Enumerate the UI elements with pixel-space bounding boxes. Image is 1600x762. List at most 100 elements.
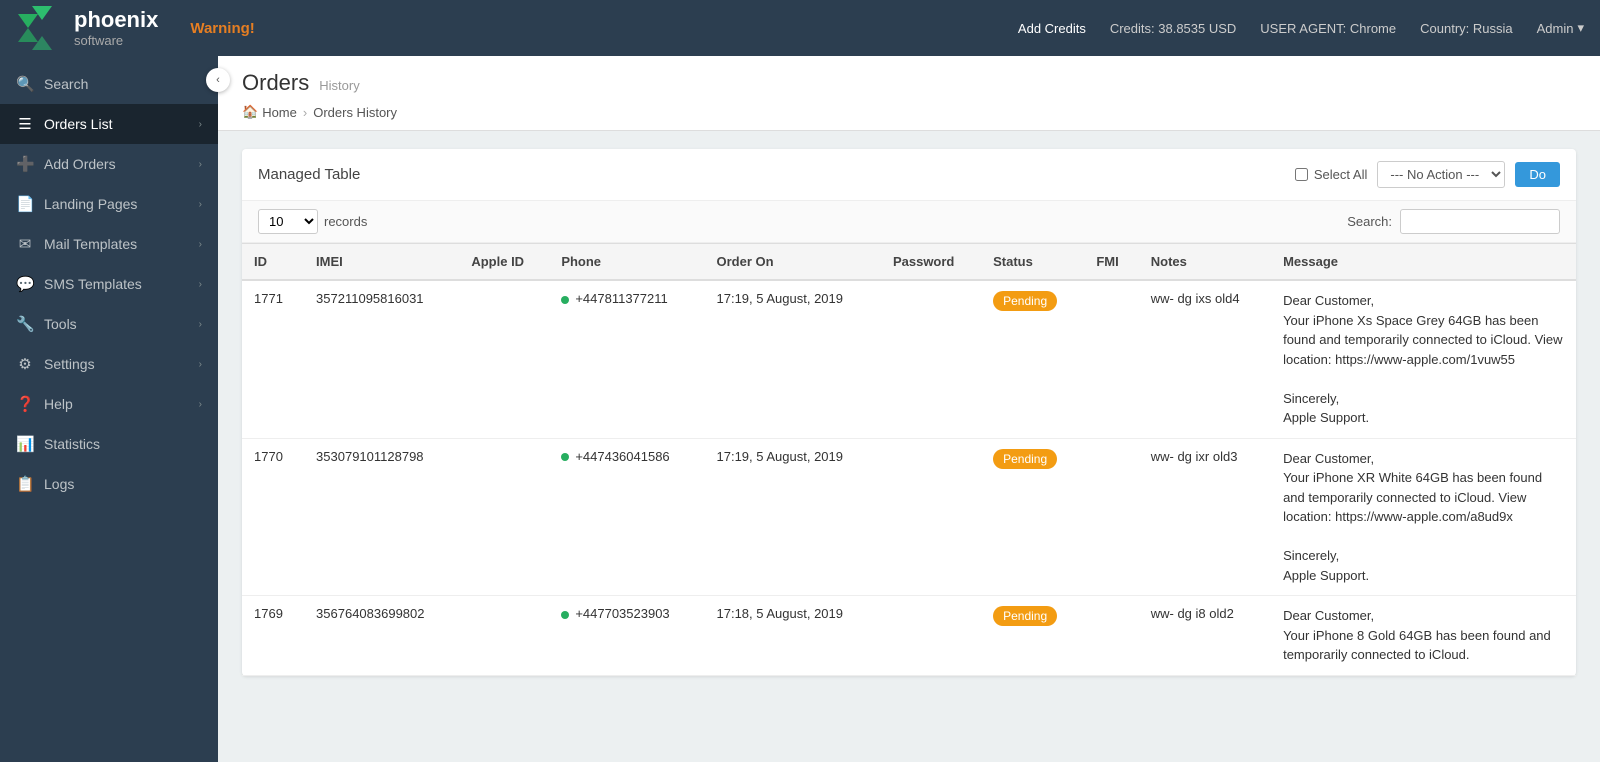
cell-imei: 356764083699802 bbox=[304, 596, 459, 676]
select-all-checkbox[interactable] bbox=[1295, 168, 1308, 181]
help-icon: ❓ bbox=[16, 395, 34, 413]
sidebar-item-orders-list[interactable]: ☰ Orders List › bbox=[0, 104, 218, 144]
cell-apple-id bbox=[459, 280, 549, 438]
col-header-fmi: FMI bbox=[1084, 244, 1138, 281]
sidebar-nav: 🔍 Search ☰ Orders List › ➕ Add Orders › bbox=[0, 56, 218, 762]
records-per-page-select[interactable]: 10 25 50 100 bbox=[258, 209, 318, 234]
phone-status-dot bbox=[561, 611, 569, 619]
sidebar-item-landing-pages[interactable]: 📄 Landing Pages › bbox=[0, 184, 218, 224]
table-toolbar: Managed Table Select All --- No Action -… bbox=[242, 149, 1576, 201]
data-table: ID IMEI Apple ID Phone Order On Password… bbox=[242, 243, 1576, 676]
cell-id: 1770 bbox=[242, 438, 304, 596]
logo-icon bbox=[16, 6, 66, 50]
brand-name: phoenix bbox=[74, 7, 158, 33]
toolbar-left: Managed Table bbox=[258, 166, 360, 183]
sidebar-item-label: Orders List bbox=[44, 116, 112, 132]
phone-cell: +447811377211 bbox=[561, 291, 692, 306]
no-action-select[interactable]: --- No Action --- bbox=[1377, 161, 1505, 188]
cell-phone: +447436041586 bbox=[549, 438, 704, 596]
search-label: Search: bbox=[1347, 214, 1392, 229]
status-badge: Pending bbox=[993, 449, 1057, 469]
select-all-label: Select All bbox=[1314, 167, 1367, 182]
cell-status: Pending bbox=[981, 280, 1084, 438]
sidebar-item-settings[interactable]: ⚙ Settings › bbox=[0, 344, 218, 384]
cell-phone: +447811377211 bbox=[549, 280, 704, 438]
col-header-phone: Phone bbox=[549, 244, 704, 281]
page-title-row: Orders History bbox=[242, 70, 1576, 96]
phone-cell: +447436041586 bbox=[561, 449, 692, 464]
topbar-left: phoenix software Warning! bbox=[16, 6, 255, 50]
breadcrumb-home[interactable]: 🏠 Home bbox=[242, 104, 297, 120]
status-badge: Pending bbox=[993, 291, 1057, 311]
do-button[interactable]: Do bbox=[1515, 162, 1560, 187]
sidebar-item-add-orders[interactable]: ➕ Add Orders › bbox=[0, 144, 218, 184]
cell-fmi bbox=[1084, 596, 1138, 676]
sidebar-item-label: Add Orders bbox=[44, 156, 116, 172]
search-input[interactable] bbox=[1400, 209, 1560, 234]
sidebar-item-statistics[interactable]: 📊 Statistics bbox=[0, 424, 218, 464]
breadcrumb-separator: › bbox=[303, 105, 307, 120]
col-header-apple-id: Apple ID bbox=[459, 244, 549, 281]
topbar-right: Add Credits Credits: 38.8535 USD USER AG… bbox=[1018, 20, 1584, 36]
table-header-row: ID IMEI Apple ID Phone Order On Password… bbox=[242, 244, 1576, 281]
mail-icon: ✉ bbox=[16, 235, 34, 253]
brand-sub: software bbox=[74, 33, 158, 49]
col-header-order-on: Order On bbox=[705, 244, 881, 281]
cell-notes: ww- dg ixr old3 bbox=[1139, 438, 1271, 596]
records-row: 10 25 50 100 records Search: bbox=[242, 201, 1576, 243]
sms-icon: 💬 bbox=[16, 275, 34, 293]
sidebar-item-label: Logs bbox=[44, 476, 74, 492]
sidebar-item-label: Settings bbox=[44, 356, 95, 372]
status-badge: Pending bbox=[993, 606, 1057, 626]
table-row: 1769356764083699802+44770352390317:18, 5… bbox=[242, 596, 1576, 676]
cell-status: Pending bbox=[981, 596, 1084, 676]
chevron-right-icon: › bbox=[199, 319, 202, 330]
cell-notes: ww- dg i8 old2 bbox=[1139, 596, 1271, 676]
home-icon: 🏠 bbox=[242, 104, 258, 120]
chevron-right-icon: › bbox=[199, 119, 202, 130]
settings-icon: ⚙ bbox=[16, 355, 34, 373]
chevron-right-icon: › bbox=[199, 199, 202, 210]
logs-icon: 📋 bbox=[16, 475, 34, 493]
cell-password bbox=[881, 280, 981, 438]
sidebar-item-help[interactable]: ❓ Help › bbox=[0, 384, 218, 424]
warning-text: Warning! bbox=[190, 20, 254, 37]
chevron-right-icon: › bbox=[199, 399, 202, 410]
layout: ‹ 🔍 Search ☰ Orders List › ➕ Add Orders bbox=[0, 56, 1600, 762]
admin-dropdown[interactable]: Admin ▾ bbox=[1537, 20, 1584, 36]
sidebar-item-tools[interactable]: 🔧 Tools › bbox=[0, 304, 218, 344]
managed-table-title: Managed Table bbox=[258, 166, 360, 183]
sidebar-item-logs[interactable]: 📋 Logs bbox=[0, 464, 218, 504]
sidebar-item-label: SMS Templates bbox=[44, 276, 142, 292]
add-credits-link[interactable]: Add Credits bbox=[1018, 21, 1086, 36]
breadcrumb: 🏠 Home › Orders History bbox=[242, 104, 1576, 120]
content-area: Managed Table Select All --- No Action -… bbox=[218, 131, 1600, 762]
breadcrumb-current: Orders History bbox=[313, 105, 397, 120]
search-area: Search: bbox=[1347, 209, 1560, 234]
phone-cell: +447703523903 bbox=[561, 606, 692, 621]
logo-text: phoenix software bbox=[74, 7, 158, 49]
col-header-status: Status bbox=[981, 244, 1084, 281]
phone-status-dot bbox=[561, 453, 569, 461]
orders-list-icon: ☰ bbox=[16, 115, 34, 133]
sidebar-item-search[interactable]: 🔍 Search bbox=[0, 64, 218, 104]
sidebar-toggle[interactable]: ‹ bbox=[206, 68, 230, 92]
cell-message: Dear Customer, Your iPhone Xs Space Grey… bbox=[1271, 280, 1576, 438]
cell-apple-id bbox=[459, 438, 549, 596]
cell-imei: 357211095816031 bbox=[304, 280, 459, 438]
chevron-right-icon: › bbox=[199, 159, 202, 170]
country-display: Country: Russia bbox=[1420, 21, 1512, 36]
admin-label: Admin bbox=[1537, 21, 1574, 36]
sidebar-item-label: Tools bbox=[44, 316, 77, 332]
sidebar-item-sms-templates[interactable]: 💬 SMS Templates › bbox=[0, 264, 218, 304]
select-all-area: Select All bbox=[1295, 167, 1367, 182]
phone-number: +447811377211 bbox=[575, 291, 667, 306]
col-header-notes: Notes bbox=[1139, 244, 1271, 281]
cell-phone: +447703523903 bbox=[549, 596, 704, 676]
add-orders-icon: ➕ bbox=[16, 155, 34, 173]
sidebar-item-mail-templates[interactable]: ✉ Mail Templates › bbox=[0, 224, 218, 264]
col-header-message: Message bbox=[1271, 244, 1576, 281]
chevron-right-icon: › bbox=[199, 239, 202, 250]
sidebar-item-label: Statistics bbox=[44, 436, 100, 452]
table-head: ID IMEI Apple ID Phone Order On Password… bbox=[242, 244, 1576, 281]
